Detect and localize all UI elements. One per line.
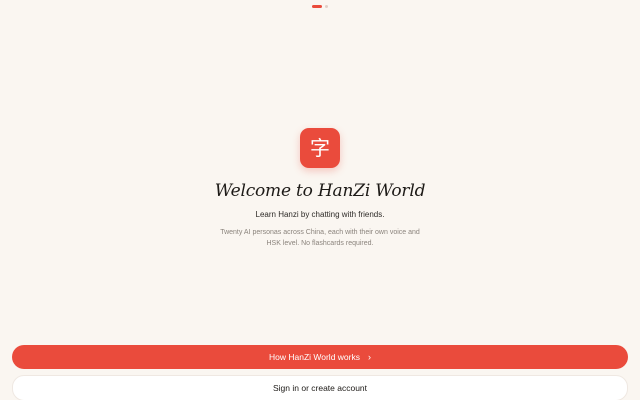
how-it-works-button[interactable]: How HanZi World works › [12, 345, 628, 369]
page-indicator [0, 5, 640, 8]
page-subtitle: Learn Hanzi by chatting with friends. [255, 210, 385, 219]
page-dot-inactive[interactable] [325, 5, 328, 8]
hanzi-logo-icon: 字 [300, 128, 340, 168]
page-description: Twenty AI personas across China, each wi… [220, 229, 420, 247]
page-title: Welcome to HanZi World [214, 181, 426, 201]
logo-glyph: 字 [310, 136, 330, 160]
page-dot-active[interactable] [312, 5, 322, 8]
hero-section: 字 Welcome to HanZi World Learn Hanzi by … [0, 128, 640, 249]
welcome-screen: 字 Welcome to HanZi World Learn Hanzi by … [0, 0, 640, 400]
sign-in-button[interactable]: Sign in or create account [12, 375, 628, 400]
sign-in-label: Sign in or create account [272, 383, 368, 393]
chevron-right-icon: › [368, 351, 371, 362]
how-it-works-label: How HanZi World works [268, 352, 360, 362]
